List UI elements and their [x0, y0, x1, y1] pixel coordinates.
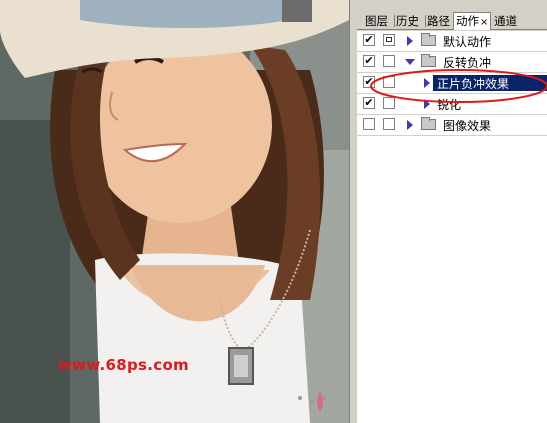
toggle-checkbox[interactable]: ✔: [363, 34, 375, 46]
panel-divider: [349, 0, 357, 423]
row-divider: [357, 135, 547, 136]
expand-triangle-icon[interactable]: [407, 36, 413, 46]
action-set-invert[interactable]: ✔ 反转负冲: [357, 52, 547, 72]
action-set-image-effects[interactable]: 图像效果: [357, 115, 547, 135]
selected-action-highlight[interactable]: 正片负冲效果: [433, 75, 547, 91]
folder-icon: [421, 33, 436, 46]
tab-actions[interactable]: 动作×: [453, 12, 492, 30]
actions-list: ✔ 默认动作 ✔ 反转负冲 ✔ 正片负冲效果 ✔ 锐化 图像效果: [357, 31, 547, 423]
action-set-default[interactable]: ✔ 默认动作: [357, 31, 547, 51]
action-set-label: 图像效果: [443, 119, 492, 133]
action-label: 锐化: [437, 98, 462, 112]
actions-panel: 图层 历史 路径 动作× 通道 ✔ 默认动作 ✔ 反转负冲 ✔ 正片负冲效果 ✔…: [357, 0, 547, 423]
action-set-label: 默认动作: [443, 35, 492, 49]
toggle-checkbox[interactable]: ✔: [363, 55, 375, 67]
action-sharpen[interactable]: ✔ 锐化: [357, 94, 547, 114]
photo-canvas: www.68ps.com: [0, 0, 349, 423]
action-positive-film[interactable]: ✔ 正片负冲效果: [357, 73, 547, 93]
tab-separator: [425, 15, 426, 27]
toggle-checkbox[interactable]: ✔: [363, 76, 375, 88]
folder-icon: [421, 54, 436, 67]
dialog-toggle-icon[interactable]: [383, 97, 395, 109]
watermark-text: www.68ps.com: [58, 356, 189, 374]
action-set-label: 反转负冲: [443, 56, 492, 70]
dialog-toggle-icon[interactable]: [383, 55, 395, 67]
expand-triangle-icon[interactable]: [407, 120, 413, 130]
tab-actions-label: 动作: [456, 14, 479, 28]
tab-history[interactable]: 历史: [396, 13, 419, 29]
dialog-toggle-icon[interactable]: [383, 76, 395, 88]
collapse-triangle-icon[interactable]: [405, 59, 415, 65]
dialog-toggle-icon[interactable]: [383, 34, 395, 46]
dialog-toggle-icon[interactable]: [383, 118, 395, 130]
tab-separator: [394, 15, 395, 27]
toggle-checkbox[interactable]: [363, 118, 375, 130]
tab-channels[interactable]: 通道: [494, 13, 517, 29]
tab-layers[interactable]: 图层: [365, 13, 388, 29]
panel-tab-bar: 图层 历史 路径 动作× 通道: [357, 12, 547, 30]
tab-paths[interactable]: 路径: [427, 13, 450, 29]
folder-icon: [421, 117, 436, 130]
expand-triangle-icon[interactable]: [424, 78, 430, 88]
expand-triangle-icon[interactable]: [424, 99, 430, 109]
close-icon[interactable]: ×: [480, 17, 488, 28]
toggle-checkbox[interactable]: ✔: [363, 97, 375, 109]
action-label: 正片负冲效果: [437, 77, 510, 91]
